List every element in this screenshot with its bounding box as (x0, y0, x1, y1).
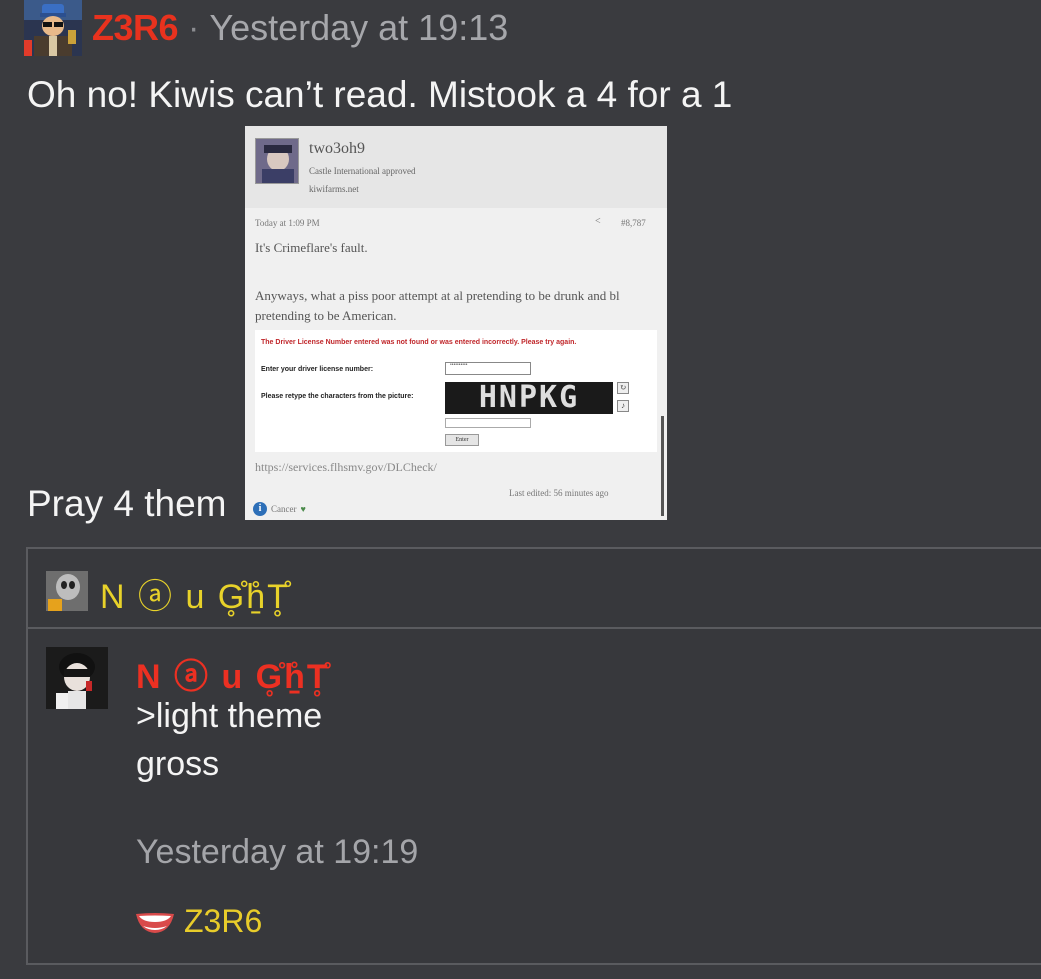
avatar[interactable] (24, 0, 82, 56)
post-text: Oh no! Kiwis can’t read. Mistook a 4 for… (27, 74, 733, 115)
form-error: The Driver License Number entered was no… (261, 339, 577, 346)
reply-avatar[interactable] (46, 647, 108, 709)
embed-scrollbar (661, 416, 664, 516)
embed-url: https://services.flhsmv.gov/DLCheck/ (255, 460, 437, 474)
embed-text-2: Anyways, what a piss poor attempt at al … (255, 288, 620, 323)
post-text-2: Pray 4 them (27, 483, 227, 524)
form-license-input: •••••••••• (445, 362, 531, 375)
embed-avatar (255, 138, 299, 184)
embed-reaction-label: Cancer (271, 504, 297, 514)
embed-text-1: It's Crimeflare's fault. (255, 240, 368, 255)
embed-reactions: i Cancer ♥ (253, 502, 306, 516)
form-captcha-label: Please retype the characters from the pi… (261, 393, 414, 400)
quote-author[interactable]: N ⓐ u G̥̊ẖ̊T̥̊ (100, 569, 290, 618)
reaction[interactable]: Z3R6 (134, 903, 262, 940)
info-icon: i (253, 502, 267, 516)
embed-username: two3oh9 (309, 140, 365, 157)
heart-icon: ♥ (300, 504, 306, 514)
share-icon: < (595, 216, 601, 227)
embed-post-number: #8,787 (621, 218, 646, 228)
captcha-image: HNPKG (445, 382, 613, 414)
reply-text-1: >light theme (136, 697, 323, 735)
quote-block: N ⓐ u G̥̊ẖ̊T̥̊ N ⓐ u G̥̊ẖ̊T̥̊ >light the… (26, 547, 1041, 965)
embed-user-site: kiwifarms.net (309, 184, 359, 194)
captcha-audio-icon: ♪ (617, 400, 629, 412)
reply-text-2: gross (136, 745, 220, 783)
post-author[interactable]: Z3R6 (92, 7, 179, 49)
separator: · (188, 8, 200, 47)
embed-license-form: The Driver License Number entered was no… (255, 330, 657, 452)
embed-header: two3oh9 Castle International approved ki… (245, 126, 667, 208)
quote-avatar (46, 571, 88, 611)
captcha-refresh-icon: ↻ (617, 382, 629, 394)
embedded-screenshot[interactable]: two3oh9 Castle International approved ki… (245, 126, 667, 520)
embed-user-title: Castle International approved (309, 166, 416, 176)
form-license-label: Enter your driver license number: (261, 366, 374, 373)
form-enter-button: Enter (445, 434, 479, 446)
reaction-user[interactable]: Z3R6 (184, 903, 262, 940)
form-captcha-input (445, 418, 531, 428)
reply-timestamp[interactable]: Yesterday at 19:19 (136, 833, 418, 872)
mouth-icon (136, 912, 174, 933)
post-timestamp[interactable]: Yesterday at 19:13 (209, 7, 508, 49)
quote-header[interactable]: N ⓐ u G̥̊ẖ̊T̥̊ (28, 549, 1041, 629)
embed-edited: Last edited: 56 minutes ago (509, 488, 609, 498)
reply-author[interactable]: N ⓐ u G̥̊ẖ̊T̥̊ (136, 649, 330, 698)
embed-date: Today at 1:09 PM (255, 218, 320, 228)
post-header: Z3R6 · Yesterday at 19:13 (24, 0, 508, 56)
